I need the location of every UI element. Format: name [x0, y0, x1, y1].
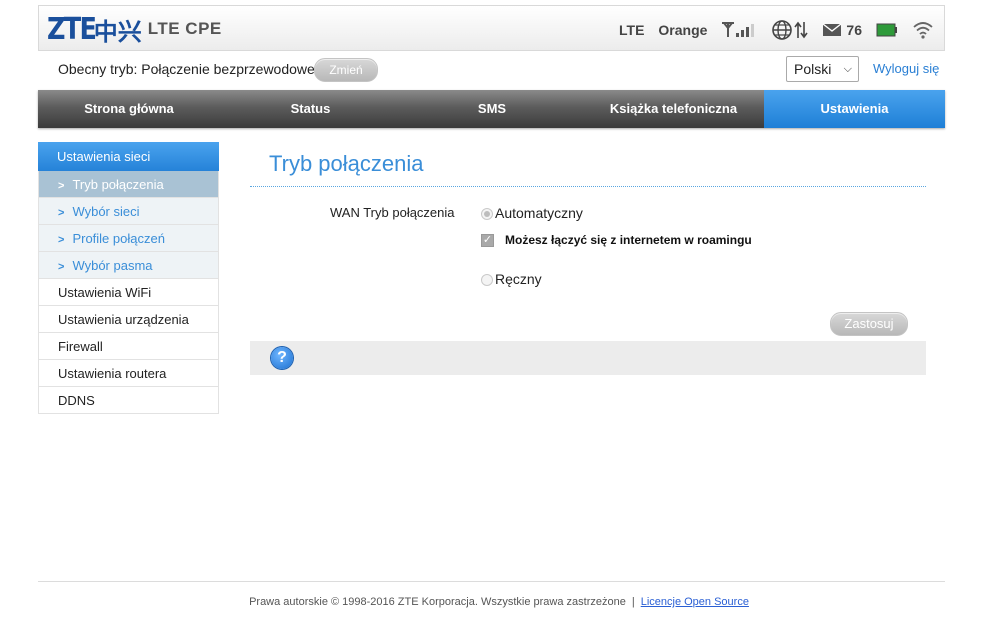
roaming-checkbox[interactable]: ✓ — [481, 234, 494, 247]
mail-icon — [822, 23, 842, 36]
manual-mode-radio[interactable] — [481, 274, 493, 286]
manual-mode-label[interactable]: Ręczny — [495, 271, 542, 287]
tab-home[interactable]: Strona główna — [38, 90, 220, 128]
sidebar-item-ddns[interactable]: DDNS — [38, 387, 219, 414]
sidebar-item-network-selection[interactable]: > Wybór sieci — [38, 198, 219, 225]
wifi-icon — [912, 20, 934, 40]
title-divider — [250, 186, 926, 187]
sidebar-item-label: Tryb połączenia — [72, 177, 164, 192]
chevron-down-icon: ⌵ — [843, 63, 852, 75]
page-title: Tryb połączenia — [269, 151, 424, 176]
logout-link[interactable]: Wyloguj się — [873, 61, 939, 76]
auto-mode-label[interactable]: Automatyczny — [495, 205, 583, 221]
globe-icon — [771, 19, 809, 41]
chevron-right-icon: > — [58, 207, 65, 219]
mode-bar: Obecny tryb: Połączenie bezprzewodowe Zm… — [38, 55, 945, 85]
footer-separator: | — [631, 596, 635, 608]
product-name: LTE CPE — [147, 19, 222, 38]
network-type: LTE — [619, 22, 645, 38]
main-nav: Strona główna Status SMS Książka telefon… — [38, 90, 945, 128]
footer-divider — [38, 581, 945, 582]
signal-icon — [721, 21, 757, 39]
logo-text: ZTE — [47, 11, 97, 47]
sms-count: 76 — [846, 22, 862, 38]
change-mode-button[interactable]: Zmień — [314, 58, 378, 82]
wan-mode-label: WAN Tryb połączenia — [330, 205, 455, 220]
sidebar-item-connection-mode[interactable]: > Tryb połączenia — [38, 171, 219, 198]
sidebar-item-label: Profile połączeń — [72, 231, 165, 246]
apply-button[interactable]: Zastosuj — [830, 312, 908, 336]
roaming-label[interactable]: Możesz łączyć się z internetem w roaming… — [505, 233, 752, 247]
sidebar-item-connection-profiles[interactable]: > Profile połączeń — [38, 225, 219, 252]
sidebar-item-band-selection[interactable]: > Wybór pasma — [38, 252, 219, 279]
sidebar-item-router-settings[interactable]: Ustawienia routera — [38, 360, 219, 387]
sidebar-item-device-settings[interactable]: Ustawienia urządzenia — [38, 306, 219, 333]
tab-sms[interactable]: SMS — [401, 90, 583, 128]
sms-indicator[interactable]: 76 — [822, 22, 862, 38]
sidebar-item-wifi-settings[interactable]: Ustawienia WiFi — [38, 279, 219, 306]
tab-status[interactable]: Status — [220, 90, 401, 128]
status-bar: LTE Orange 76 — [605, 16, 934, 44]
battery-icon — [876, 23, 898, 37]
sidebar-item-network-settings[interactable]: Ustawienia sieci — [38, 142, 219, 171]
auto-mode-radio[interactable] — [481, 208, 493, 220]
logo-cn-text: 中兴 — [93, 17, 142, 46]
sidebar-item-label: Wybór sieci — [72, 204, 140, 219]
footer: Prawa autorskie © 1998-2016 ZTE Korporac… — [0, 596, 998, 608]
current-mode-text: Obecny tryb: Połączenie bezprzewodowe — [58, 61, 315, 77]
sidebar-item-label: Wybór pasma — [72, 258, 153, 273]
language-select[interactable]: Polski ⌵ — [786, 56, 859, 82]
operator-name: Orange — [658, 22, 708, 38]
top-strip — [0, 0, 998, 4]
chevron-right-icon: > — [58, 261, 65, 273]
language-value: Polski — [794, 61, 832, 77]
chevron-right-icon: > — [58, 234, 65, 246]
chevron-right-icon: > — [58, 180, 65, 192]
open-source-license-link[interactable]: Licencje Open Source — [641, 596, 749, 608]
help-icon[interactable]: ? — [271, 347, 293, 369]
sidebar-item-firewall[interactable]: Firewall — [38, 333, 219, 360]
zte-logo: ZTE 中兴 LTE CPE — [47, 11, 222, 47]
sidebar: Ustawienia sieci > Tryb połączenia > Wybór… — [38, 142, 219, 414]
copyright-text: Prawa autorskie © 1998-2016 ZTE Korporac… — [249, 596, 626, 608]
data-arrows-icon — [794, 21, 809, 39]
tab-phonebook[interactable]: Książka telefoniczna — [583, 90, 764, 128]
app-header: ZTE 中兴 LTE CPE LTE Orange 76 — [38, 5, 945, 51]
help-bar: ? — [250, 341, 926, 375]
tab-settings[interactable]: Ustawienia — [764, 90, 945, 128]
